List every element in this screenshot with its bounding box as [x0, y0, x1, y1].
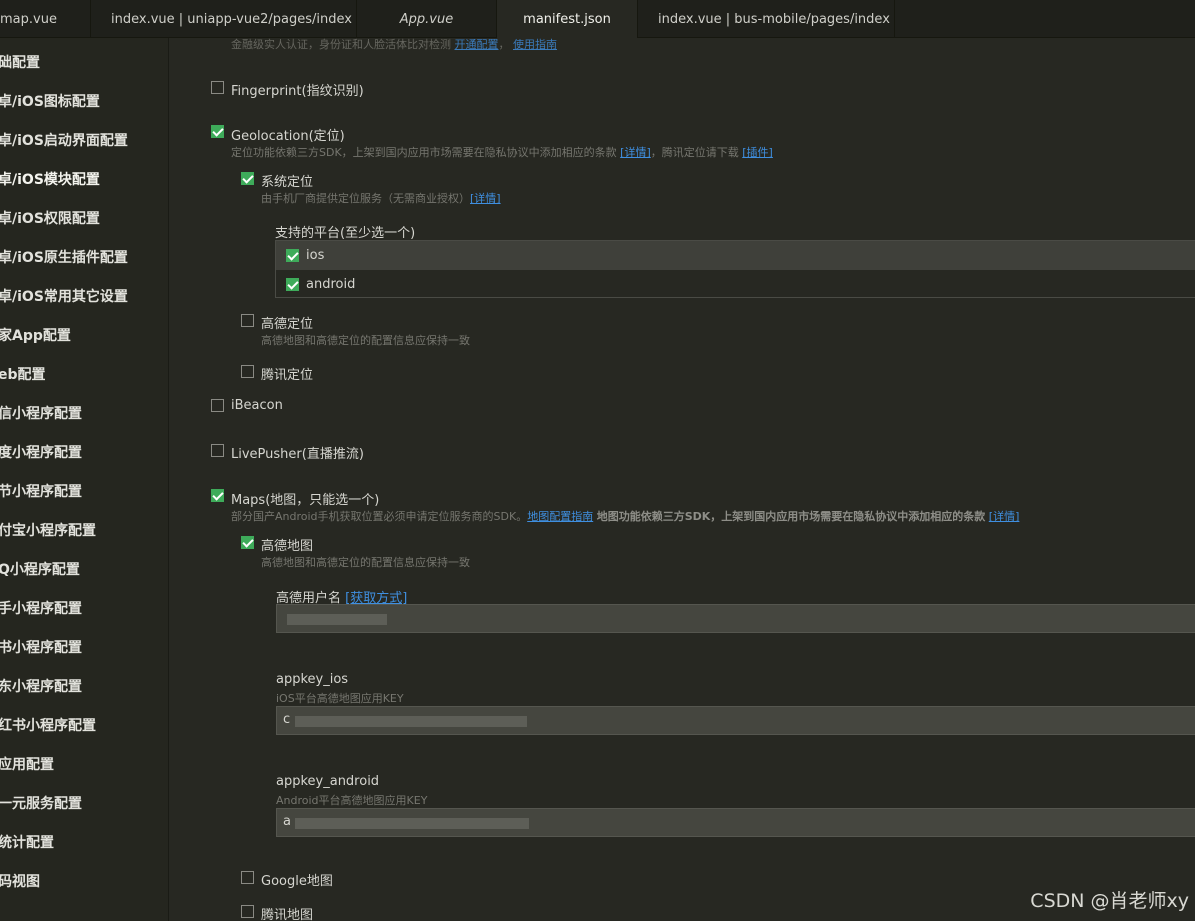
sidebar-item-permissions[interactable]: 卓/iOS权限配置 [0, 198, 168, 237]
sidebar-item-web[interactable]: eb配置 [0, 354, 168, 393]
sidebar-item-splash[interactable]: 卓/iOS启动界面配置 [0, 120, 168, 159]
amap-label: 高德地图 [261, 539, 314, 554]
sidebar-item-native-plugins[interactable]: 卓/iOS原生插件配置 [0, 237, 168, 276]
sidebar-item-jd[interactable]: 东小程序配置 [0, 666, 168, 705]
google-map-checkbox[interactable] [241, 871, 254, 884]
sidebar-item-kuaishou[interactable]: 手小程序配置 [0, 588, 168, 627]
appkey-ios-desc: iOS平台高德地图应用KEY [276, 692, 404, 705]
tencent-location-checkbox[interactable] [241, 365, 254, 378]
manifest-content: 金融级实人认证，身份证和人脸活体比对检测 开通配置， 使用指南 Fingerpr… [169, 38, 1195, 921]
system-location-detail-link[interactable]: [详情] [470, 192, 501, 205]
sidebar-item-weixin[interactable]: 信小程序配置 [0, 393, 168, 432]
android-label: android [306, 277, 356, 292]
appkey-ios-field[interactable]: c [276, 706, 1195, 735]
maps-checkbox[interactable] [211, 489, 224, 502]
masked-value [295, 716, 527, 727]
manifest-sidebar: 础配置 卓/iOS图标配置 卓/iOS启动界面配置 卓/iOS模块配置 卓/iO… [0, 38, 169, 921]
sidebar-item-baidu[interactable]: 度小程序配置 [0, 432, 168, 471]
google-map-label: Google地图 [261, 874, 333, 889]
system-location-desc: 由手机厂商提供定位服务（无需商业授权）[详情] [261, 192, 501, 205]
maps-detail-link[interactable]: [详情] [989, 510, 1020, 523]
realname-desc: 金融级实人认证，身份证和人脸活体比对检测 开通配置， 使用指南 [231, 38, 557, 51]
amap-location-label: 高德定位 [261, 317, 314, 332]
amap-username-field[interactable] [276, 604, 1195, 633]
sidebar-item-xiaohongshu[interactable]: 红书小程序配置 [0, 705, 168, 744]
system-location-checkbox[interactable] [241, 172, 254, 185]
editor-tab-bar: map.vue index.vue | uniapp-vue2/pages/in… [0, 0, 1195, 38]
sidebar-item-qq[interactable]: Q小程序配置 [0, 549, 168, 588]
sidebar-item-atomic-service[interactable]: 一元服务配置 [0, 783, 168, 822]
platform-row-android[interactable]: android [276, 270, 1195, 299]
ios-checkbox[interactable] [286, 249, 299, 262]
tencent-location-label: 腾讯定位 [261, 368, 314, 383]
tencent-map-label: 腾讯地图 [261, 908, 314, 921]
tab-map-vue[interactable]: map.vue [0, 0, 91, 38]
sidebar-item-toutiao[interactable]: 节小程序配置 [0, 471, 168, 510]
appkey-android-label: appkey_android [276, 774, 380, 789]
tab-index-vue-uniapp[interactable]: index.vue | uniapp-vue2/pages/index [91, 0, 357, 38]
maps-label: Maps(地图，只能选一个) [231, 493, 380, 508]
amap-location-desc: 高德地图和高德定位的配置信息应保持一致 [261, 334, 470, 347]
platforms-title: 支持的平台(至少选一个) [275, 226, 416, 241]
amap-desc: 高德地图和高德定位的配置信息应保持一致 [261, 556, 470, 569]
tencent-map-checkbox[interactable] [241, 905, 254, 918]
sidebar-item-statistics[interactable]: 统计配置 [0, 822, 168, 861]
guide-link[interactable]: 使用指南 [513, 38, 557, 51]
fingerprint-checkbox[interactable] [211, 81, 224, 94]
open-config-link[interactable]: 开通配置 [455, 38, 499, 51]
map-config-guide-link[interactable]: 地图配置指南 [527, 510, 593, 523]
amap-location-checkbox[interactable] [241, 314, 254, 327]
appkey-android-field[interactable]: a [276, 808, 1195, 837]
sidebar-item-icons[interactable]: 卓/iOS图标配置 [0, 81, 168, 120]
geolocation-checkbox[interactable] [211, 125, 224, 138]
sidebar-item-feishu[interactable]: 书小程序配置 [0, 627, 168, 666]
platform-row-ios[interactable]: ios [276, 241, 1195, 270]
livepusher-label: LivePusher(直播推流) [231, 447, 364, 462]
ibeacon-label: iBeacon [231, 398, 283, 413]
geolocation-label: Geolocation(定位) [231, 129, 345, 144]
sidebar-item-modules[interactable]: 卓/iOS模块配置 [0, 159, 168, 198]
maps-desc: 部分国产Android手机获取位置必须申请定位服务商的SDK。地图配置指南 地图… [231, 510, 1020, 523]
android-checkbox[interactable] [286, 278, 299, 291]
ibeacon-checkbox[interactable] [211, 399, 224, 412]
tab-index-vue-bus-mobile[interactable]: index.vue | bus-mobile/pages/index [638, 0, 895, 38]
sidebar-item-basic[interactable]: 础配置 [0, 42, 168, 81]
masked-value [295, 818, 529, 829]
sidebar-item-other-settings[interactable]: 卓/iOS常用其它设置 [0, 276, 168, 315]
tencent-plugin-link[interactable]: [插件] [742, 146, 773, 159]
geolocation-detail-link[interactable]: [详情] [620, 146, 651, 159]
sidebar-item-app[interactable]: 应用配置 [0, 744, 168, 783]
masked-value [287, 614, 387, 625]
appkey-android-desc: Android平台高德地图应用KEY [276, 794, 428, 807]
livepusher-checkbox[interactable] [211, 444, 224, 457]
platforms-list: ios android [275, 240, 1195, 298]
amap-checkbox[interactable] [241, 536, 254, 549]
sidebar-item-alipay[interactable]: 付宝小程序配置 [0, 510, 168, 549]
fingerprint-label: Fingerprint(指纹识别) [231, 84, 364, 99]
tab-manifest-json[interactable]: manifest.json [497, 0, 638, 38]
tab-app-vue[interactable]: App.vue [357, 0, 497, 38]
appkey-ios-label: appkey_ios [276, 672, 349, 687]
system-location-label: 系统定位 [261, 175, 314, 190]
sidebar-item-quickapp[interactable]: 家App配置 [0, 315, 168, 354]
geolocation-desc: 定位功能依赖三方SDK，上架到国内应用市场需要在隐私协议中添加相应的条款 [详情… [231, 146, 773, 159]
sidebar-item-source-view[interactable]: 码视图 [0, 861, 168, 900]
csdn-watermark: CSDN @肖老师xy [1030, 890, 1189, 912]
ios-label: ios [306, 248, 325, 263]
